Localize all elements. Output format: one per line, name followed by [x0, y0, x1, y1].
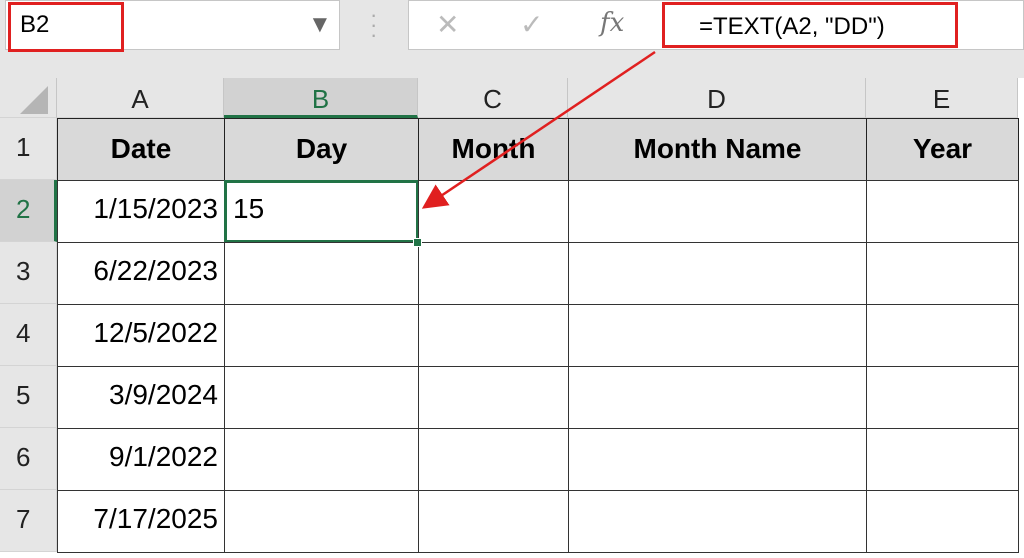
annotation-arrow	[421, 50, 656, 209]
arrow-line	[421, 50, 656, 209]
